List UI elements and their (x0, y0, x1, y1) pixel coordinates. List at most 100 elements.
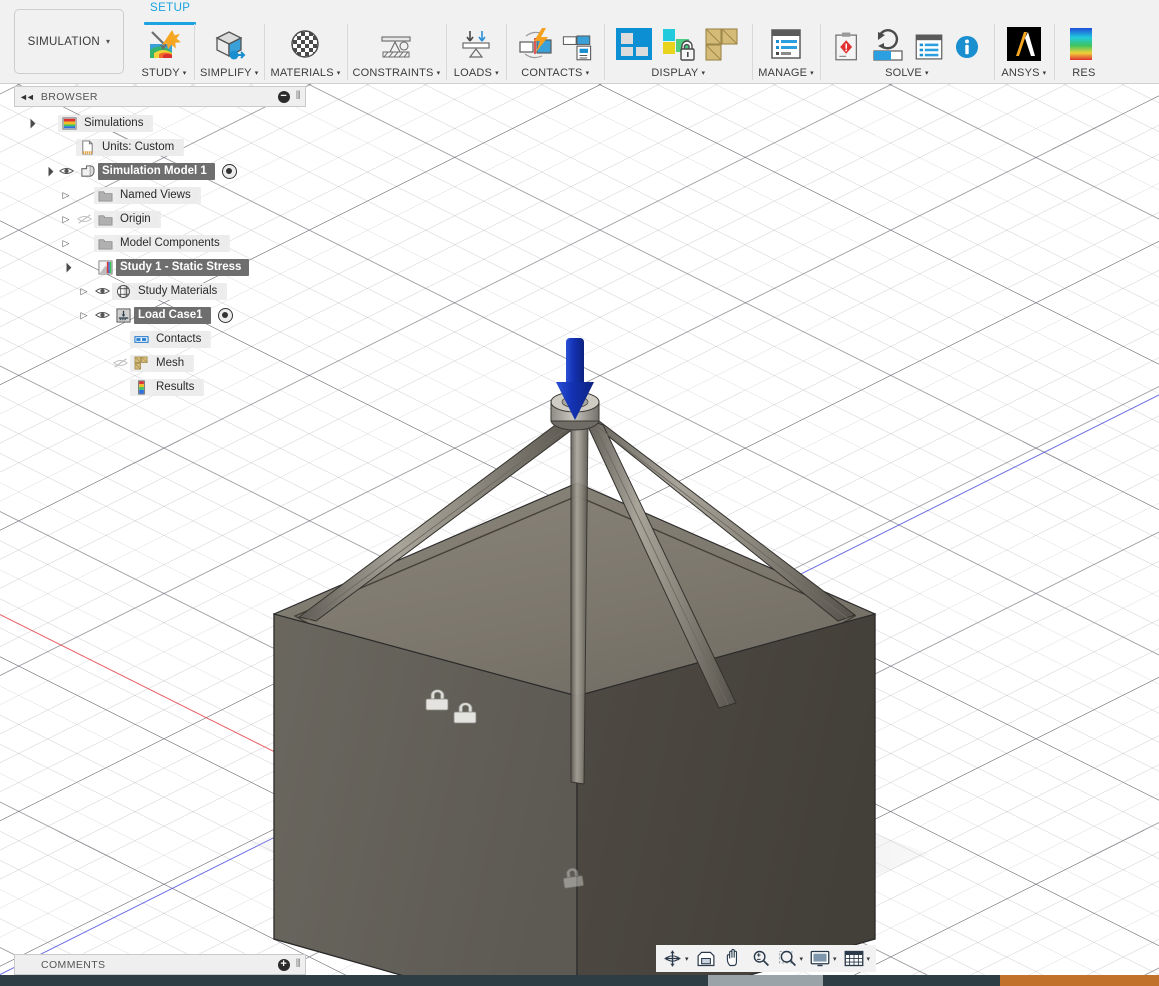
tree-node-chip[interactable]: Study 1 - Static Stress (94, 259, 251, 276)
bottom-status-bar (0, 975, 1159, 986)
look-at-button[interactable] (693, 948, 719, 969)
collapse-left-arrows-icon[interactable]: ◄◄ (19, 92, 33, 102)
comments-add-button[interactable]: + (278, 959, 290, 971)
study-stress-icon[interactable] (144, 24, 184, 64)
view-navigation-bar: ▾ ▾ (656, 945, 876, 972)
tree-node-chip[interactable]: Named Views (94, 187, 201, 204)
tree-expand-closed-icon[interactable] (58, 214, 74, 225)
load-force-icon[interactable] (456, 24, 496, 64)
tree-node-results[interactable]: Results (14, 375, 306, 399)
tree-node-simulations[interactable]: Simulations (14, 111, 306, 135)
tree-node-study-materials[interactable]: Study Materials (14, 279, 306, 303)
ansys-logo-icon[interactable] (1004, 24, 1044, 64)
visibility-eye-icon[interactable] (74, 213, 94, 225)
zoom-button[interactable] (748, 948, 773, 969)
tree-node-named-views[interactable]: Named Views (14, 183, 306, 207)
panel-contacts-label[interactable]: CONTACTS▾ (521, 64, 589, 82)
panel-loads-label[interactable]: LOADS▾ (454, 64, 499, 82)
zoom-window-button[interactable]: ▾ (775, 948, 806, 969)
comments-panel[interactable]: COMMENTS + ⦀ (14, 954, 306, 975)
simplify-body-icon[interactable] (209, 24, 249, 64)
tree-node-study-1-static-stress[interactable]: Study 1 - Static Stress (14, 255, 306, 279)
ribbon-panels: STUDY▾ SIMPLIFY▾ (134, 0, 1114, 84)
browser-resize-grip[interactable]: ⦀ (296, 90, 301, 103)
status-timeline-segment (708, 975, 823, 986)
workspace-switcher-button[interactable]: SIMULATION ▾ (14, 9, 124, 74)
results-bar-icon (130, 380, 152, 395)
tree-node-chip[interactable]: Contacts (130, 331, 211, 348)
tree-node-chip[interactable]: Study Materials (112, 283, 227, 300)
panel-materials-label[interactable]: MATERIALS▾ (270, 64, 340, 82)
visibility-eye-icon[interactable] (92, 285, 112, 297)
tree-node-origin[interactable]: Origin (14, 207, 306, 231)
panel-display-label[interactable]: DISPLAY▾ (651, 64, 705, 82)
activate-target-button[interactable] (218, 308, 233, 323)
panel-study-label[interactable]: STUDY▾ (142, 64, 187, 82)
panel-constraints-label[interactable]: CONSTRAINTS▾ (353, 64, 441, 82)
tree-expand-closed-icon[interactable] (58, 190, 74, 201)
solve-status-icon[interactable] (912, 30, 946, 64)
panel-results-text: RES (1072, 67, 1095, 79)
orbit-button[interactable]: ▾ (660, 948, 691, 969)
browser-minimize-button[interactable]: − (278, 91, 290, 103)
tree-node-units-custom[interactable]: Units: Custom (14, 135, 306, 159)
contacts-icon (130, 332, 152, 347)
solve-run-icon[interactable] (868, 24, 908, 64)
display-layout-icon[interactable] (614, 24, 654, 64)
solve-info-icon[interactable] (950, 30, 984, 64)
tree-node-contacts[interactable]: Contacts (14, 327, 306, 351)
tree-node-chip[interactable]: Origin (94, 211, 161, 228)
tree-expand-closed-icon[interactable] (76, 286, 92, 297)
tree-node-chip[interactable]: Model Components (94, 235, 230, 252)
display-settings-button[interactable]: ▾ (807, 948, 839, 969)
tree-expand-open-icon[interactable] (22, 118, 38, 129)
solve-precheck-icon[interactable] (830, 30, 864, 64)
contact-auto-icon[interactable] (516, 24, 556, 64)
tree-node-chip[interactable]: Units: Custom (76, 139, 184, 156)
tree-expand-open-icon[interactable] (40, 166, 56, 177)
tree-node-chip[interactable]: Simulations (58, 115, 153, 132)
pan-hand-icon (723, 948, 744, 969)
display-mesh-icon[interactable] (702, 24, 742, 64)
tree-node-chip[interactable]: Results (130, 379, 204, 396)
tree-expand-open-icon[interactable] (58, 262, 74, 273)
contact-manage-icon[interactable] (560, 30, 594, 64)
visibility-eye-icon[interactable] (92, 309, 112, 321)
tree-node-chip[interactable]: Load Case1 (112, 307, 213, 324)
tree-node-chip[interactable]: Mesh (130, 355, 194, 372)
top-ribbon: SIMULATION ▾ SETUP (0, 0, 1159, 84)
chevron-down-icon: ▾ (701, 70, 705, 77)
panel-solve-label[interactable]: SOLVE▾ (885, 64, 929, 82)
results-gradient-icon[interactable] (1064, 24, 1104, 64)
activate-target-button[interactable] (222, 164, 237, 179)
units-doc-icon (76, 140, 98, 155)
tree-node-model-components[interactable]: Model Components (14, 231, 306, 255)
tree-node-chip[interactable]: Simulation Model 1 (76, 163, 217, 180)
panel-simplify: SIMPLIFY▾ (194, 20, 264, 84)
browser-panel: ◄◄ BROWSER − ⦀ SimulationsUnits: CustomS… (14, 86, 306, 399)
tree-expand-closed-icon[interactable] (76, 310, 92, 321)
panel-results-label[interactable]: RES (1072, 64, 1095, 82)
panel-constraints-text: CONSTRAINTS (353, 67, 434, 79)
panel-ansys-label[interactable]: ANSYS▾ (1001, 64, 1046, 82)
panel-ansys: ANSYS▾ (994, 20, 1054, 84)
display-settings-icon (809, 948, 831, 969)
materials-sphere-icon[interactable] (285, 24, 325, 64)
pan-button[interactable] (721, 948, 746, 969)
tab-setup[interactable]: SETUP (140, 0, 200, 22)
grid-snaps-button[interactable]: ▾ (841, 948, 873, 969)
tree-node-load-case1[interactable]: Load Case1 (14, 303, 306, 327)
display-lock-icon[interactable] (658, 24, 698, 64)
chevron-down-icon: ▾ (833, 955, 837, 963)
panel-simplify-label[interactable]: SIMPLIFY▾ (200, 64, 258, 82)
tree-expand-closed-icon[interactable] (58, 238, 74, 249)
visibility-eye-icon[interactable] (56, 165, 76, 177)
comments-title: COMMENTS (19, 959, 278, 971)
tree-node-simulation-model-1[interactable]: Simulation Model 1 (14, 159, 306, 183)
visibility-eye-icon[interactable] (110, 357, 130, 369)
manage-list-icon[interactable] (766, 24, 806, 64)
panel-manage-label[interactable]: MANAGE▾ (758, 64, 814, 82)
comments-resize-grip[interactable]: ⦀ (296, 958, 301, 971)
tree-node-mesh[interactable]: Mesh (14, 351, 306, 375)
constraint-support-icon[interactable] (376, 24, 416, 64)
